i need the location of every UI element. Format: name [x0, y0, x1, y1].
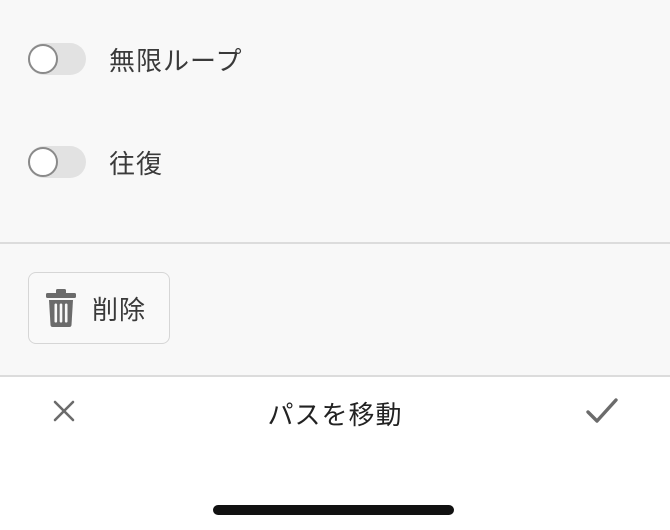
home-indicator [213, 505, 454, 515]
infinite-loop-toggle[interactable] [28, 43, 86, 75]
checkmark-icon [585, 396, 619, 430]
section-divider [0, 242, 670, 244]
trash-icon [45, 288, 77, 328]
round-trip-label: 往復 [109, 149, 164, 180]
round-trip-row[interactable]: 往復 [28, 142, 163, 182]
confirm-button[interactable] [582, 393, 622, 433]
toggle-knob [28, 147, 58, 177]
bottom-toolbar: パスを移動 [0, 377, 670, 449]
toolbar-title: パスを移動 [267, 401, 403, 431]
round-trip-toggle[interactable] [28, 146, 86, 178]
infinite-loop-label: 無限ループ [109, 46, 243, 77]
infinite-loop-row[interactable]: 無限ループ [28, 39, 242, 79]
delete-label: 削除 [92, 295, 147, 326]
delete-button[interactable]: 削除 [28, 272, 170, 344]
toggle-knob [28, 44, 58, 74]
options-panel: 無限ループ 往復 削除 [0, 0, 670, 377]
